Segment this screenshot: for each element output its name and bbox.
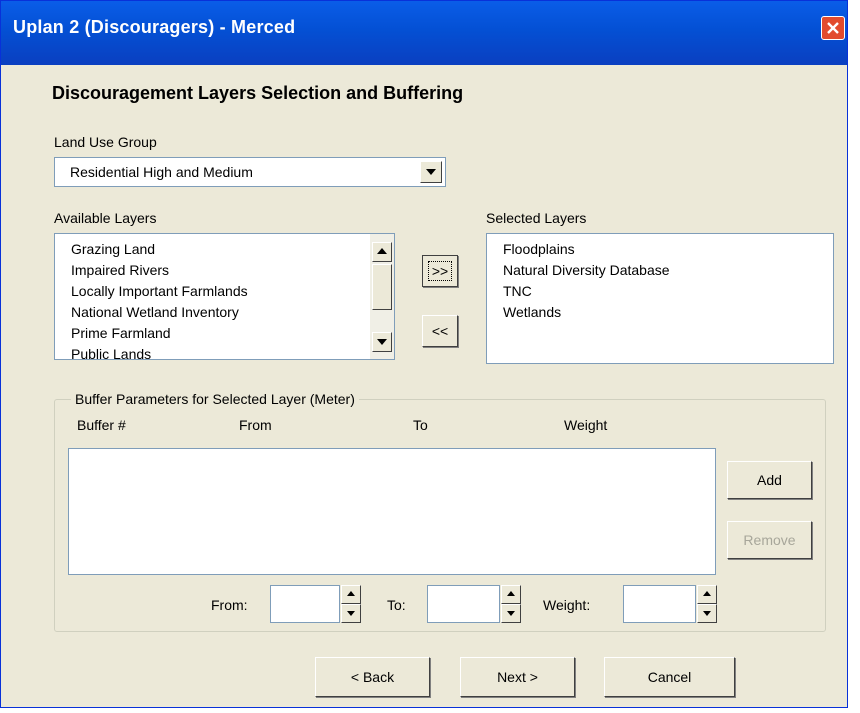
dropdown-button[interactable] bbox=[420, 161, 442, 183]
remove-buffer-button[interactable]: Remove bbox=[727, 521, 812, 559]
from-spin-down[interactable] bbox=[341, 604, 361, 623]
close-icon bbox=[827, 22, 839, 34]
dialog-window: Uplan 2 (Discouragers) - Merced Discoura… bbox=[0, 0, 848, 708]
add-buffer-button[interactable]: Add bbox=[727, 461, 812, 499]
available-layers-label: Available Layers bbox=[54, 210, 157, 226]
remove-layer-button[interactable]: << bbox=[422, 315, 458, 347]
vertical-scrollbar[interactable] bbox=[370, 234, 394, 359]
to-spin-up[interactable] bbox=[501, 585, 521, 604]
from-spin-up[interactable] bbox=[341, 585, 361, 604]
scroll-down-button[interactable] bbox=[372, 332, 392, 352]
selected-layers-label: Selected Layers bbox=[486, 210, 587, 226]
from-label: From: bbox=[211, 597, 248, 613]
buffer-parameters-legend: Buffer Parameters for Selected Layer (Me… bbox=[71, 391, 359, 407]
back-button[interactable]: < Back bbox=[315, 657, 430, 697]
weight-spin-up[interactable] bbox=[697, 585, 717, 604]
list-item[interactable]: Wetlands bbox=[503, 304, 561, 320]
list-item[interactable]: Locally Important Farmlands bbox=[71, 283, 248, 299]
arrow-up-icon bbox=[347, 591, 355, 596]
to-label: To: bbox=[387, 597, 406, 613]
arrow-up-icon bbox=[507, 591, 515, 596]
cancel-button[interactable]: Cancel bbox=[604, 657, 735, 697]
add-buffer-label: Add bbox=[757, 472, 782, 488]
add-layer-label: >> bbox=[427, 261, 453, 281]
arrow-up-icon bbox=[703, 591, 711, 596]
land-use-group-select[interactable]: Residential High and Medium bbox=[54, 157, 446, 187]
list-item[interactable]: TNC bbox=[503, 283, 532, 299]
column-header-from: From bbox=[239, 417, 272, 433]
weight-label: Weight: bbox=[543, 597, 591, 613]
next-label: Next > bbox=[497, 669, 538, 685]
arrow-down-icon bbox=[507, 611, 515, 616]
scroll-up-button[interactable] bbox=[372, 242, 392, 262]
from-field[interactable] bbox=[270, 585, 340, 623]
list-item[interactable]: Impaired Rivers bbox=[71, 262, 169, 278]
available-layers-list[interactable]: Grazing Land Impaired Rivers Locally Imp… bbox=[54, 233, 395, 360]
list-item[interactable]: Public Lands bbox=[71, 346, 151, 359]
window-title: Uplan 2 (Discouragers) - Merced bbox=[13, 17, 296, 37]
back-label: < Back bbox=[350, 669, 395, 685]
next-button[interactable]: Next > bbox=[460, 657, 575, 697]
add-layer-button[interactable]: >> bbox=[422, 255, 458, 287]
weight-spinner[interactable] bbox=[623, 585, 719, 623]
column-header-to: To bbox=[413, 417, 428, 433]
list-item[interactable]: Prime Farmland bbox=[71, 325, 171, 341]
list-item[interactable]: Floodplains bbox=[503, 241, 575, 257]
chevron-down-icon bbox=[426, 169, 436, 175]
weight-spin-down[interactable] bbox=[697, 604, 717, 623]
selected-layers-list[interactable]: Floodplains Natural Diversity Database T… bbox=[486, 233, 834, 364]
land-use-group-label: Land Use Group bbox=[54, 134, 157, 150]
title-bar[interactable]: Uplan 2 (Discouragers) - Merced bbox=[1, 1, 847, 65]
land-use-group-value: Residential High and Medium bbox=[70, 164, 253, 180]
scroll-thumb[interactable] bbox=[372, 264, 392, 310]
to-spin-down[interactable] bbox=[501, 604, 521, 623]
list-item[interactable]: Natural Diversity Database bbox=[503, 262, 670, 278]
column-header-buffer-number: Buffer # bbox=[77, 417, 126, 433]
to-spinner[interactable] bbox=[427, 585, 523, 623]
remove-buffer-label: Remove bbox=[743, 532, 796, 548]
remove-layer-label: << bbox=[431, 323, 449, 339]
close-button[interactable] bbox=[821, 16, 845, 40]
list-item[interactable]: Grazing Land bbox=[71, 241, 155, 257]
arrow-down-icon bbox=[703, 611, 711, 616]
list-item[interactable]: National Wetland Inventory bbox=[71, 304, 239, 320]
weight-field[interactable] bbox=[623, 585, 696, 623]
cancel-label: Cancel bbox=[647, 669, 692, 685]
buffer-list[interactable] bbox=[68, 448, 716, 575]
from-spinner[interactable] bbox=[270, 585, 363, 623]
column-header-weight: Weight bbox=[564, 417, 608, 433]
page-heading: Discouragement Layers Selection and Buff… bbox=[52, 83, 464, 103]
arrow-down-icon bbox=[377, 339, 387, 345]
arrow-down-icon bbox=[347, 611, 355, 616]
arrow-up-icon bbox=[377, 248, 387, 254]
to-field[interactable] bbox=[427, 585, 500, 623]
